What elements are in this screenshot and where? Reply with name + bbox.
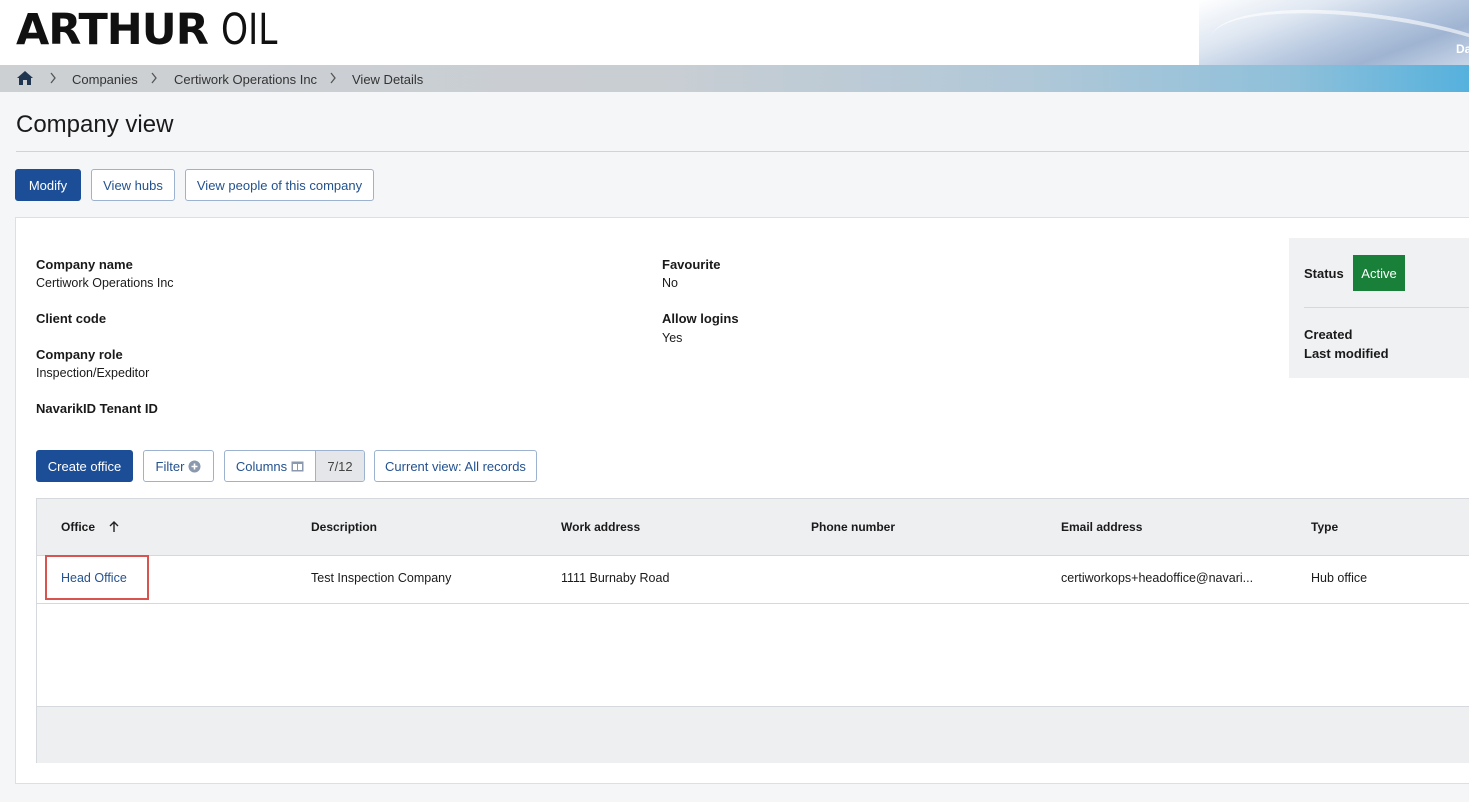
company-name-value: Certiwork Operations Inc (36, 276, 174, 290)
home-icon[interactable] (16, 70, 34, 86)
cell-type: Hub office (1311, 571, 1368, 585)
cell-work-address: 1111 Burnaby Road (561, 571, 670, 585)
company-name-label: Company name (36, 257, 133, 272)
company-logo[interactable]: ARTHUR OIL (16, 6, 292, 54)
favourite-value: No (662, 276, 678, 290)
header-decoration (1199, 0, 1469, 65)
view-hubs-button[interactable]: View hubs (91, 169, 175, 201)
user-menu[interactable]: Da (1456, 42, 1469, 56)
chevron-right-icon (50, 72, 56, 84)
view-people-button[interactable]: View people of this company (185, 169, 374, 201)
favourite-label: Favourite (662, 257, 721, 272)
page-title: Company view (16, 111, 174, 138)
allow-logins-label: Allow logins (662, 311, 739, 326)
table-footer (37, 706, 1469, 763)
breadcrumb: Companies Certiwork Operations Inc View … (0, 65, 1469, 92)
cell-email: certiworkops+headoffice@navari... (1061, 571, 1254, 585)
top-header: ARTHUR OIL Da (0, 0, 1469, 65)
create-office-button[interactable]: Create office (36, 450, 133, 482)
title-divider (16, 151, 1469, 152)
column-header-email[interactable]: Email address (1061, 520, 1142, 534)
modify-button[interactable]: Modify (15, 169, 81, 201)
allow-logins-value: Yes (662, 331, 683, 345)
sort-ascending-icon[interactable] (108, 521, 120, 533)
cell-description: Test Inspection Company (311, 571, 452, 585)
created-label: Created (1304, 327, 1353, 342)
company-role-value: Inspection/Expeditor (36, 366, 150, 380)
columns-button[interactable]: Columns 7/12 (224, 450, 365, 482)
status-label: Status (1304, 266, 1344, 281)
current-view-button[interactable]: Current view: All records (374, 450, 537, 482)
breadcrumb-companies[interactable]: Companies (72, 72, 138, 87)
filter-label: Filter (155, 458, 185, 474)
columns-label-wrap[interactable]: Columns (225, 451, 315, 481)
logo-bold-text: ARTHUR (16, 5, 209, 55)
offices-table: Office Description Work address Phone nu… (36, 498, 1469, 763)
column-header-office-label: Office (61, 520, 96, 534)
columns-count: 7/12 (315, 451, 364, 481)
last-modified-label: Last modified (1304, 346, 1389, 361)
breadcrumb-current: View Details (352, 72, 424, 87)
chevron-right-icon (330, 72, 336, 84)
tenant-id-label: NavarikID Tenant ID (36, 401, 158, 416)
company-role-label: Company role (36, 347, 123, 362)
column-header-work-address[interactable]: Work address (561, 520, 640, 534)
status-divider (1304, 307, 1469, 308)
status-badge: Active (1353, 255, 1405, 291)
office-link[interactable]: Head Office (61, 571, 127, 585)
filter-button[interactable]: Filter (143, 450, 214, 482)
breadcrumb-company[interactable]: Certiwork Operations Inc (174, 72, 317, 87)
plus-circle-icon (188, 460, 201, 472)
column-header-description[interactable]: Description (311, 520, 377, 534)
table-header: Office Description Work address Phone nu… (37, 499, 1469, 556)
client-code-label: Client code (36, 311, 107, 326)
columns-label: Columns (235, 458, 288, 474)
columns-icon (291, 461, 304, 471)
column-header-office[interactable]: Office (61, 520, 120, 534)
column-header-phone[interactable]: Phone number (811, 520, 895, 534)
logo-light-text: OIL (221, 5, 278, 55)
table-row: Head Office Test Inspection Company 1111… (37, 555, 1469, 604)
chevron-right-icon (151, 72, 157, 84)
column-header-type[interactable]: Type (1311, 520, 1338, 534)
